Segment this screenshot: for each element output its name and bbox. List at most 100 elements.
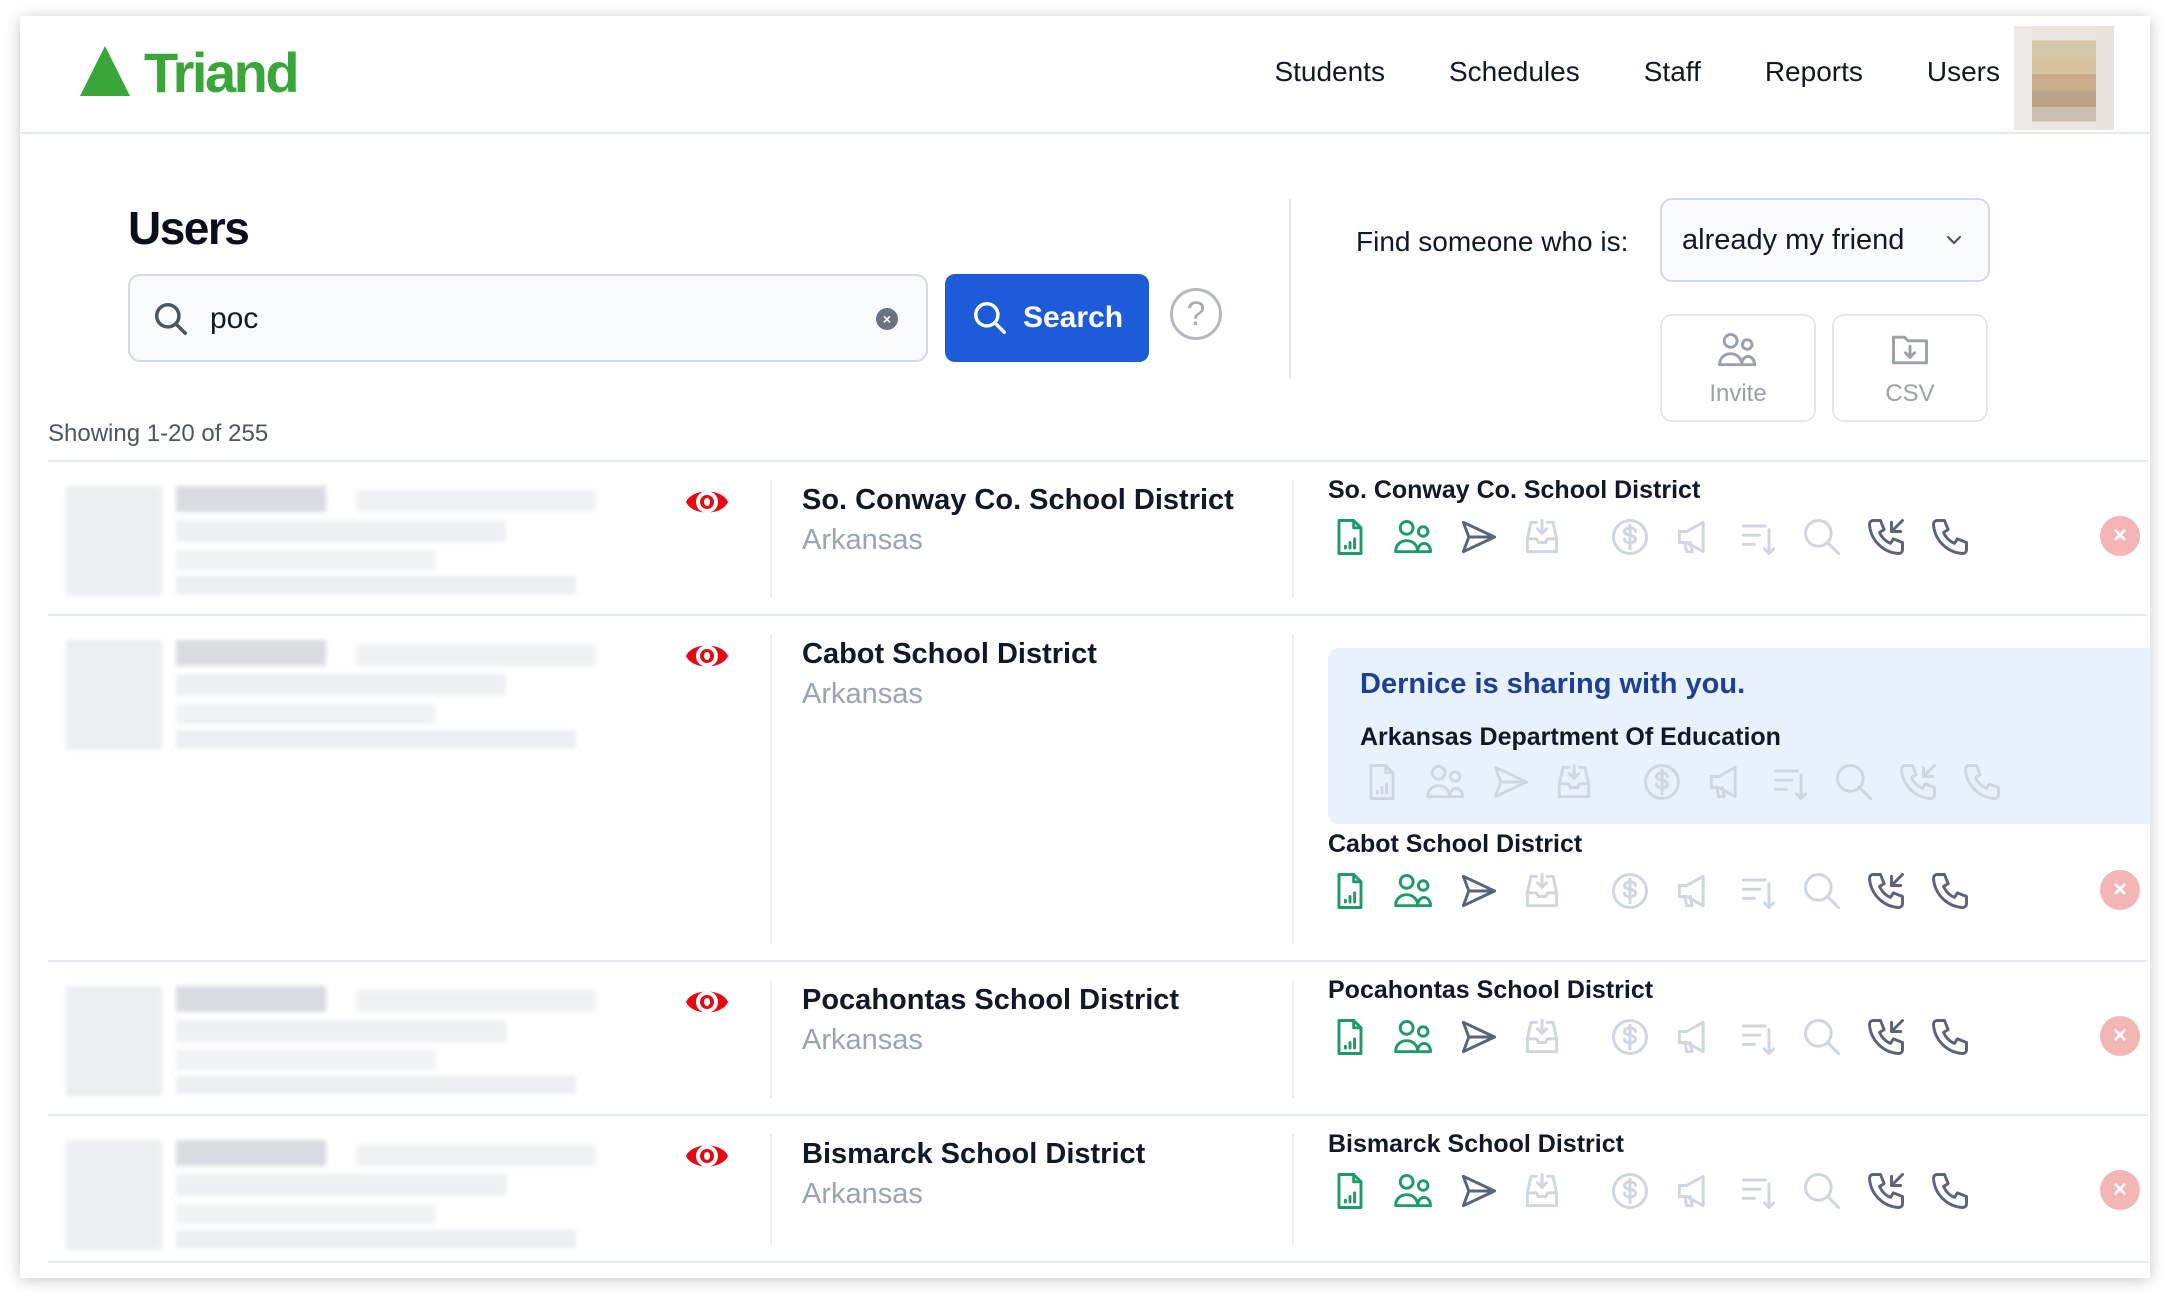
search-button-label: Search bbox=[1022, 301, 1124, 334]
sort-descending-icon[interactable] bbox=[1768, 760, 1812, 804]
phone-incoming-icon[interactable] bbox=[1864, 1169, 1908, 1213]
megaphone-icon[interactable] bbox=[1672, 1015, 1716, 1059]
list-bottom-border bbox=[48, 1261, 2148, 1263]
view-eye-icon[interactable] bbox=[684, 1136, 730, 1176]
csv-export-button[interactable]: CSV bbox=[1832, 314, 1988, 422]
column-divider bbox=[770, 634, 772, 944]
report-icon[interactable] bbox=[1328, 1169, 1372, 1213]
search-icon[interactable] bbox=[1832, 760, 1876, 804]
phone-icon[interactable] bbox=[1928, 515, 1972, 559]
phone-incoming-icon[interactable] bbox=[1896, 760, 1940, 804]
redacted-block bbox=[356, 1144, 596, 1166]
phone-incoming-icon[interactable] bbox=[1864, 1015, 1908, 1059]
remove-friend-button[interactable]: × bbox=[2100, 870, 2140, 910]
relationship-filter-select[interactable]: already my friend bbox=[1660, 198, 1990, 282]
megaphone-icon[interactable] bbox=[1672, 1169, 1716, 1213]
redacted-block bbox=[176, 486, 326, 512]
search-button[interactable]: Search bbox=[945, 274, 1149, 362]
nav-schedules[interactable]: Schedules bbox=[1449, 56, 1580, 88]
view-eye-icon[interactable] bbox=[684, 982, 730, 1022]
dollar-icon[interactable] bbox=[1608, 869, 1652, 913]
users-icon[interactable] bbox=[1392, 1169, 1436, 1213]
megaphone-icon[interactable] bbox=[1672, 869, 1716, 913]
redacted-block bbox=[176, 1076, 576, 1094]
redacted-block bbox=[176, 1174, 506, 1196]
redacted-block bbox=[176, 520, 506, 542]
phone-icon[interactable] bbox=[1928, 1015, 1972, 1059]
sort-descending-icon[interactable] bbox=[1736, 1015, 1780, 1059]
sort-descending-icon[interactable] bbox=[1736, 1169, 1780, 1213]
column-divider bbox=[1292, 480, 1294, 598]
redacted-user-info bbox=[66, 1130, 626, 1250]
send-icon[interactable] bbox=[1456, 1169, 1500, 1213]
main-nav: Students Schedules Staff Reports Users bbox=[1274, 56, 2000, 88]
send-icon[interactable] bbox=[1456, 515, 1500, 559]
sharing-message: Dernice is sharing with you. bbox=[1360, 668, 1746, 700]
dollar-icon[interactable] bbox=[1640, 760, 1684, 804]
report-icon[interactable] bbox=[1360, 760, 1404, 804]
send-icon[interactable] bbox=[1456, 869, 1500, 913]
view-eye-icon[interactable] bbox=[684, 636, 730, 676]
report-icon[interactable] bbox=[1328, 869, 1372, 913]
phone-icon[interactable] bbox=[1928, 869, 1972, 913]
nav-students[interactable]: Students bbox=[1274, 56, 1385, 88]
users-icon[interactable] bbox=[1392, 515, 1436, 559]
users-icon[interactable] bbox=[1392, 1015, 1436, 1059]
inbox-download-icon[interactable] bbox=[1520, 1169, 1564, 1213]
search-icon[interactable] bbox=[1800, 515, 1844, 559]
remove-friend-button[interactable]: × bbox=[2100, 1170, 2140, 1210]
page-title: Users bbox=[128, 202, 250, 254]
csv-label: CSV bbox=[1885, 380, 1935, 407]
users-icon[interactable] bbox=[1392, 869, 1436, 913]
invite-button[interactable]: Invite bbox=[1660, 314, 1816, 422]
search-icon[interactable] bbox=[1800, 1015, 1844, 1059]
sort-descending-icon[interactable] bbox=[1736, 869, 1780, 913]
phone-incoming-icon[interactable] bbox=[1864, 869, 1908, 913]
sharing-notice: Dernice is sharing with you. Arkansas Dep… bbox=[1328, 648, 2150, 824]
redacted-block bbox=[356, 990, 596, 1012]
filter-label: Find someone who is: bbox=[1356, 226, 1629, 257]
phone-incoming-icon[interactable] bbox=[1864, 515, 1908, 559]
nav-reports[interactable]: Reports bbox=[1765, 56, 1863, 88]
redacted-block bbox=[356, 490, 596, 512]
dollar-icon[interactable] bbox=[1608, 1015, 1652, 1059]
user-avatar[interactable] bbox=[2014, 26, 2114, 130]
sort-descending-icon[interactable] bbox=[1736, 515, 1780, 559]
nav-staff[interactable]: Staff bbox=[1644, 56, 1701, 88]
inbox-download-icon[interactable] bbox=[1520, 515, 1564, 559]
report-icon[interactable] bbox=[1328, 515, 1372, 559]
users-icon[interactable] bbox=[1424, 760, 1468, 804]
remove-friend-button[interactable]: × bbox=[2100, 516, 2140, 556]
send-icon[interactable] bbox=[1488, 760, 1532, 804]
column-divider bbox=[770, 1134, 772, 1245]
help-icon[interactable]: ? bbox=[1170, 288, 1222, 340]
search-icon[interactable] bbox=[1800, 1169, 1844, 1213]
send-icon[interactable] bbox=[1456, 1015, 1500, 1059]
report-icon[interactable] bbox=[1328, 1015, 1372, 1059]
remove-friend-button[interactable]: × bbox=[2100, 1016, 2140, 1056]
inbox-download-icon[interactable] bbox=[1552, 760, 1596, 804]
phone-icon[interactable] bbox=[1928, 1169, 1972, 1213]
brand-logo[interactable]: Triand bbox=[76, 36, 300, 105]
phone-icon[interactable] bbox=[1960, 760, 2004, 804]
permission-block: So. Conway Co. School District bbox=[1328, 476, 1992, 559]
megaphone-icon[interactable] bbox=[1704, 760, 1748, 804]
search-input[interactable] bbox=[210, 292, 830, 346]
redacted-block bbox=[66, 486, 162, 596]
dollar-icon[interactable] bbox=[1608, 1169, 1652, 1213]
results-count: Showing 1-20 of 255 bbox=[48, 420, 269, 447]
nav-users[interactable]: Users bbox=[1927, 56, 2000, 88]
shared-permission-icons bbox=[1360, 760, 2132, 804]
permission-org-name: So. Conway Co. School District bbox=[1328, 476, 1701, 504]
brand-name: Triand bbox=[144, 41, 300, 104]
clear-search-button[interactable]: × bbox=[876, 308, 898, 330]
search-field[interactable]: × bbox=[128, 274, 928, 362]
redacted-block bbox=[176, 640, 326, 666]
dollar-icon[interactable] bbox=[1608, 515, 1652, 559]
view-eye-icon[interactable] bbox=[684, 482, 730, 522]
megaphone-icon[interactable] bbox=[1672, 515, 1716, 559]
inbox-download-icon[interactable] bbox=[1520, 869, 1564, 913]
inbox-download-icon[interactable] bbox=[1520, 1015, 1564, 1059]
search-icon[interactable] bbox=[1800, 869, 1844, 913]
column-divider bbox=[770, 480, 772, 598]
